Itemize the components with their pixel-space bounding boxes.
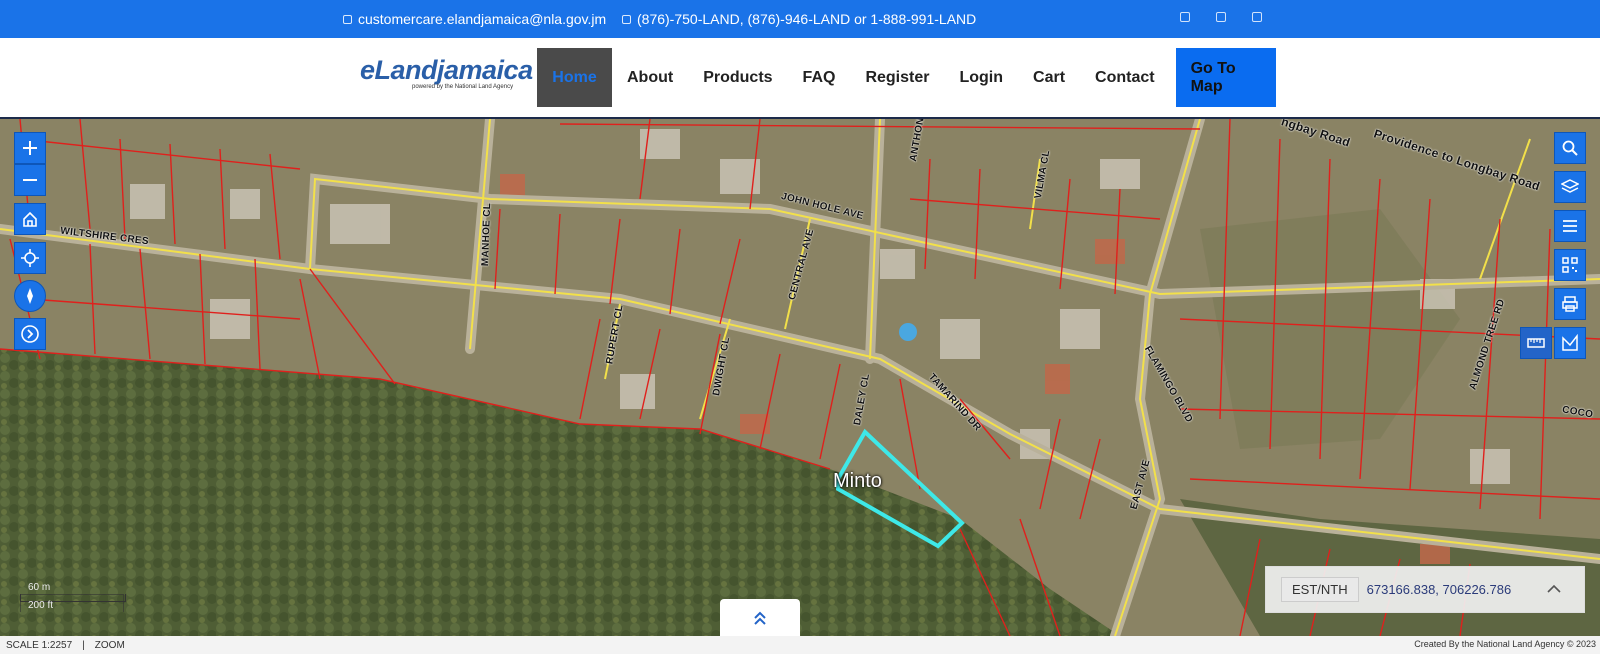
plus-icon [23,141,37,155]
coord-system-toggle[interactable]: EST/NTH [1281,577,1359,602]
status-bar: SCALE 1:2257 | ZOOM Created By the Natio… [0,636,1600,654]
measure-button[interactable] [1520,327,1552,359]
search-button[interactable] [1554,132,1586,164]
coord-value: 673166.838, 706226.786 [1366,582,1512,597]
minus-icon [23,179,37,181]
print-button[interactable] [1554,288,1586,320]
qr-code-icon [1562,257,1578,273]
zoom-readout: ZOOM [94,639,125,651]
status-separator: | [82,639,85,651]
nav-contact[interactable]: Contact [1080,48,1170,107]
phone-contact[interactable]: (876)-750-LAND, (876)-946-LAND or 1-888-… [622,11,976,27]
scale-bar: 60 m 200 ft [20,582,128,614]
draw-button[interactable] [1554,327,1586,359]
phone-text[interactable]: (876)-750-LAND, (876)-946-LAND or 1-888-… [637,11,976,27]
nav-login[interactable]: Login [944,48,1018,107]
main-navbar: eLandjamaica powered by the National Lan… [0,38,1600,119]
nav-menu: Home About Products FAQ Register Login C… [537,48,1276,107]
email-text[interactable]: customercare.elandjamaica@nla.gov.jm [358,11,606,27]
scale-readout: SCALE 1:2257 [6,639,73,651]
logo-brand: eLandjamaica [360,55,533,85]
nav-faq[interactable]: FAQ [788,48,851,107]
nav-register[interactable]: Register [850,48,944,107]
street-label: MANHOE CL [480,202,494,267]
search-icon [1562,140,1578,156]
next-extent-button[interactable] [14,318,46,350]
map-credit: Created By the National Land Agency © 20… [1414,639,1596,649]
map-view[interactable]: WILTSHIRE CRES JOHN HOLE AVE MANHOE CL C… [0,119,1600,636]
zoom-out-button[interactable] [14,164,46,196]
compass-icon [27,288,33,304]
expand-panel-button[interactable] [720,599,800,636]
site-logo[interactable]: eLandjamaica powered by the National Lan… [360,55,533,90]
nav-products[interactable]: Products [688,48,787,107]
double-chevron-up-icon [754,611,766,625]
layers-icon [1561,179,1579,193]
go-to-map-button[interactable]: Go To Map [1175,48,1276,107]
menu-button[interactable] [1554,210,1586,242]
menu-icon [1563,220,1577,232]
draw-polygon-icon [1562,334,1578,351]
locate-button[interactable] [14,242,46,274]
arrow-circle-right-icon [21,325,39,343]
qr-button[interactable] [1554,249,1586,281]
social-links [1180,12,1262,22]
nav-home[interactable]: Home [537,48,612,107]
nav-cart[interactable]: Cart [1018,48,1080,107]
scale-imperial: 200 ft [28,600,54,611]
instagram-icon[interactable] [1252,12,1262,22]
ruler-icon [1527,338,1545,348]
home-button[interactable] [14,203,46,235]
coordinate-readout: EST/NTH 673166.838, 706226.786 [1265,566,1585,613]
crosshair-icon [21,249,39,267]
compass-button[interactable] [14,280,46,312]
printer-icon [1562,296,1578,312]
scale-metric: 60 m [28,582,51,593]
phone-icon [622,14,631,24]
email-contact[interactable]: customercare.elandjamaica@nla.gov.jm [343,11,606,27]
layers-button[interactable] [1554,171,1586,203]
home-icon [23,211,37,227]
top-contact-bar: customercare.elandjamaica@nla.gov.jm (87… [0,0,1600,38]
nav-about[interactable]: About [612,48,688,107]
parcel-label: Minto [833,470,882,492]
chevron-up-icon[interactable] [1546,581,1562,602]
envelope-icon [343,14,352,24]
logo-tagline: powered by the National Land Agency [412,84,514,90]
facebook-icon[interactable] [1180,12,1190,22]
zoom-in-button[interactable] [14,132,46,164]
twitter-icon[interactable] [1216,12,1226,22]
